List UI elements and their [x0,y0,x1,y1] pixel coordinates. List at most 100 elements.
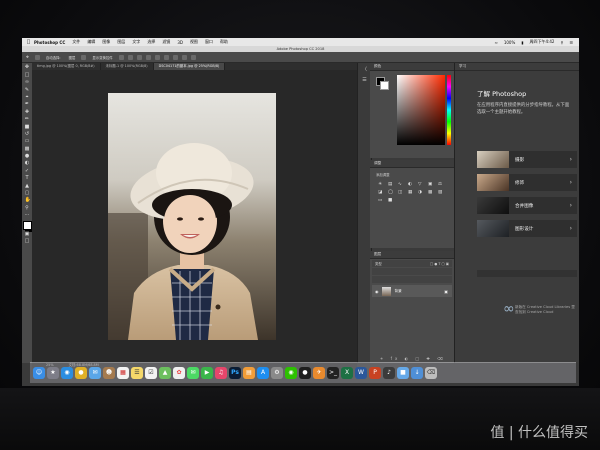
color-lookup-icon[interactable]: ▦ [408,190,414,195]
wechat-icon[interactable]: ◉ [285,367,297,379]
invert-icon[interactable]: ◑ [418,190,424,195]
layers-panel-tab[interactable]: 图层 [370,251,454,259]
excel-icon[interactable]: X [341,367,353,379]
screen-mode-icon[interactable]: □ [25,239,30,244]
menu-window[interactable]: 窗口 [205,39,213,45]
eye-icon[interactable]: ◉ [375,289,379,294]
wifi-icon[interactable]: ≈ [494,40,497,45]
layer-kind-dropdown[interactable]: 类型 [375,261,382,266]
brightness-icon[interactable]: ☀ [378,182,384,187]
learn-card-photography[interactable]: 摄影 › [477,151,577,168]
threshold-icon[interactable]: ▧ [438,190,444,195]
checkbox-show-transform[interactable] [81,54,87,60]
color-panel-tab[interactable]: 颜色 [370,63,454,71]
eraser-tool-icon[interactable]: ▭ [25,139,30,144]
color-picker-field[interactable] [397,75,445,145]
quick-select-tool-icon[interactable]: ✎ [25,87,30,93]
menu-3d[interactable]: 3D [177,40,183,45]
posterize-icon[interactable]: ▩ [428,190,434,195]
facetime-icon[interactable]: ▶ [201,367,213,379]
folder-icon[interactable]: ■ [397,367,409,379]
word-icon[interactable]: W [355,367,367,379]
more-tools-icon[interactable]: ⋯ [25,213,30,218]
photos-icon[interactable]: ✿ [173,367,185,379]
photo-canvas[interactable] [108,93,276,340]
layer-lock-row[interactable] [372,276,452,283]
filter-icons[interactable]: □ ● T ▢ ▣ [430,262,449,266]
menu-select[interactable]: 选择 [147,39,155,45]
move-tool-icon[interactable]: ✥ [25,65,30,70]
shape-tool-icon[interactable]: ▢ [25,191,30,196]
menu-filter[interactable]: 滤镜 [162,39,170,45]
levels-icon[interactable]: ▤ [388,182,394,187]
align-top-icon[interactable] [145,54,151,60]
align-center-icon[interactable] [127,54,133,60]
learn-card-graphic-design[interactable]: 图形设计 › [477,220,577,237]
align-middle-icon[interactable] [154,54,160,60]
adjustments-panel-tab[interactable]: 调整 [370,160,454,168]
gradient-tool-icon[interactable]: ▩ [25,146,30,152]
marquee-tool-icon[interactable]: □ [25,72,30,78]
menu-image[interactable]: 图像 [102,39,110,45]
music-icon[interactable]: ♪ [383,367,395,379]
ibooks-icon[interactable]: ▤ [243,367,255,379]
layer-item-background[interactable]: ◉ 背景 ▣ [372,285,452,297]
menu-app[interactable]: Photoshop CC [34,40,65,45]
selective-color-icon[interactable]: ■ [388,198,394,203]
contacts-icon[interactable]: ☻ [103,367,115,379]
path-select-icon[interactable]: ▲ [25,183,30,189]
learn-panel-tab[interactable]: 学习 [455,63,579,71]
learn-card-retouch[interactable]: 修饰 › [477,174,577,191]
bw-icon[interactable]: ◪ [378,190,384,195]
distribute-2-icon[interactable] [181,54,187,60]
layer-name[interactable]: 背景 [395,289,402,294]
lasso-tool-icon[interactable]: ∞ [25,80,30,85]
itunes-icon[interactable]: ♫ [215,367,227,379]
checkbox-auto-select[interactable] [34,54,40,60]
align-right-icon[interactable] [136,54,142,60]
tab-doc-3[interactable]: DSC04171的副本.jpg @ 25%(RGB/8) [153,63,226,70]
photo-filter-icon[interactable]: ◯ [388,190,394,195]
preferences-icon[interactable]: ⚙ [271,367,283,379]
history-panel-icon[interactable]: 〈 [362,67,368,73]
pen-tool-icon[interactable]: ✓ [25,168,30,174]
channel-mixer-icon[interactable]: ◫ [398,190,404,195]
foreground-background-icon[interactable] [22,220,32,230]
learn-search-field[interactable] [477,270,577,277]
calendar-icon[interactable]: ▦ [117,367,129,379]
align-bottom-icon[interactable] [163,54,169,60]
messages-icon[interactable]: ✉ [187,367,199,379]
hue-sat-icon[interactable]: ▣ [428,182,434,187]
tab-doc-2[interactable]: 未标题-1 @ 100%(RGB/8) [101,63,154,70]
battery-text[interactable]: 100% [504,40,515,45]
curves-icon[interactable]: ∿ [398,182,404,187]
properties-panel-icon[interactable]: ☰ [362,77,368,83]
launchpad-icon[interactable]: ★ [47,367,59,379]
background-swatch[interactable] [380,81,389,90]
reminders-icon[interactable]: ☑ [145,367,157,379]
powerpoint-icon[interactable]: P [369,367,381,379]
apple-icon[interactable]:  [27,39,30,45]
blur-tool-icon[interactable]: ● [25,154,30,159]
3d-mode-icon[interactable] [190,54,196,60]
color-balance-icon[interactable]: ⚖ [438,182,444,187]
qq-icon[interactable]: ● [299,367,311,379]
healing-tool-icon[interactable]: ✚ [25,109,30,115]
align-left-icon[interactable] [118,54,124,60]
move-tool-icon[interactable]: ✥ [26,55,29,59]
search-icon[interactable]: ⚲ [560,40,563,45]
clock[interactable]: 周四下午4:42 [529,39,554,45]
safari-icon[interactable]: ◉ [61,367,73,379]
menu-help[interactable]: 帮助 [220,39,228,45]
appstore-icon[interactable]: A [257,367,269,379]
layer-footer-icons[interactable]: ⚭ fx ◐ □ ✚ ⌫ [380,356,446,361]
finder-icon[interactable]: ☺ [33,367,45,379]
type-tool-icon[interactable]: T [25,176,30,181]
stamp-tool-icon[interactable]: ■ [25,124,30,130]
dodge-tool-icon[interactable]: ◐ [25,161,30,166]
exposure-icon[interactable]: ◐ [408,182,414,187]
crop-tool-icon[interactable]: ⌖ [25,94,30,100]
layer-blend-row[interactable] [372,268,452,275]
mail-icon[interactable]: ✉ [89,367,101,379]
learn-card-combine[interactable]: 合并图像 › [477,197,577,214]
